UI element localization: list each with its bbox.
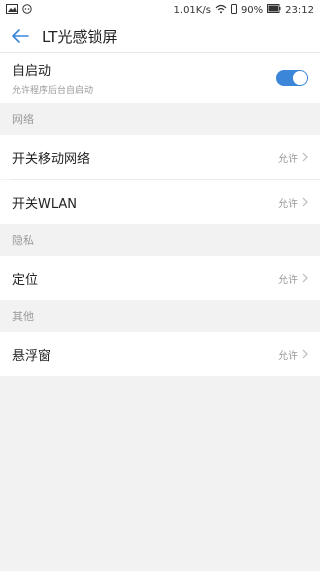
- back-arrow-icon: [12, 29, 29, 43]
- autostart-row[interactable]: 自启动 允许程序后台自启动: [0, 53, 320, 103]
- toggle-knob: [293, 71, 307, 85]
- mobile-network-row[interactable]: 开关移动网络 允许: [0, 135, 320, 179]
- section-header-privacy: 隐私: [0, 224, 320, 256]
- clock: 23:12: [285, 4, 314, 16]
- section-header-network: 网络: [0, 103, 320, 135]
- wlan-row[interactable]: 开关WLAN 允许: [0, 180, 320, 224]
- chevron-right-icon: [302, 197, 308, 207]
- location-value: 允许: [278, 274, 298, 286]
- autostart-text: 自启动 允许程序后台自启动: [12, 60, 93, 96]
- status-bar: 1.01K/s 90% 23:12: [0, 0, 320, 20]
- autostart-toggle[interactable]: [276, 70, 308, 86]
- wlan-value: 允许: [278, 198, 298, 210]
- page-title: LT光感锁屏: [42, 27, 118, 46]
- empty-area: [0, 376, 320, 571]
- back-button[interactable]: [0, 20, 40, 52]
- network-speed: 1.01K/s: [173, 4, 211, 16]
- floating-window-row[interactable]: 悬浮窗 允许: [0, 332, 320, 376]
- autostart-subtitle: 允许程序后台自启动: [12, 86, 94, 96]
- app-header: LT光感锁屏: [0, 20, 320, 53]
- location-label: 定位: [12, 272, 39, 288]
- phone-icon: [230, 3, 237, 17]
- wechat-notification-icon: [22, 3, 32, 17]
- mobile-network-value: 允许: [278, 153, 298, 165]
- wlan-label: 开关WLAN: [12, 196, 78, 212]
- wifi-icon: [215, 4, 227, 17]
- section-header-other: 其他: [0, 300, 320, 332]
- status-right: 1.01K/s 90% 23:12: [173, 3, 314, 17]
- permissions-list: 自启动 允许程序后台自启动 网络 开关移动网络 允许 开关WLAN 允许 隐私 …: [0, 53, 320, 571]
- floating-window-value-wrap: 允许: [278, 347, 308, 362]
- chevron-right-icon: [302, 273, 308, 283]
- floating-window-value: 允许: [278, 350, 298, 362]
- wlan-value-wrap: 允许: [278, 195, 308, 210]
- autostart-label: 自启动: [12, 64, 52, 79]
- status-left: [6, 3, 32, 17]
- chevron-right-icon: [302, 349, 308, 359]
- battery-level: 90%: [240, 4, 264, 16]
- chevron-right-icon: [302, 152, 308, 162]
- location-row[interactable]: 定位 允许: [0, 256, 320, 300]
- battery-icon: [267, 4, 281, 16]
- mobile-network-label: 开关移动网络: [12, 151, 91, 167]
- floating-window-label: 悬浮窗: [12, 348, 52, 364]
- gallery-notification-icon: [6, 3, 18, 17]
- mobile-network-value-wrap: 允许: [278, 150, 308, 165]
- location-value-wrap: 允许: [278, 271, 308, 286]
